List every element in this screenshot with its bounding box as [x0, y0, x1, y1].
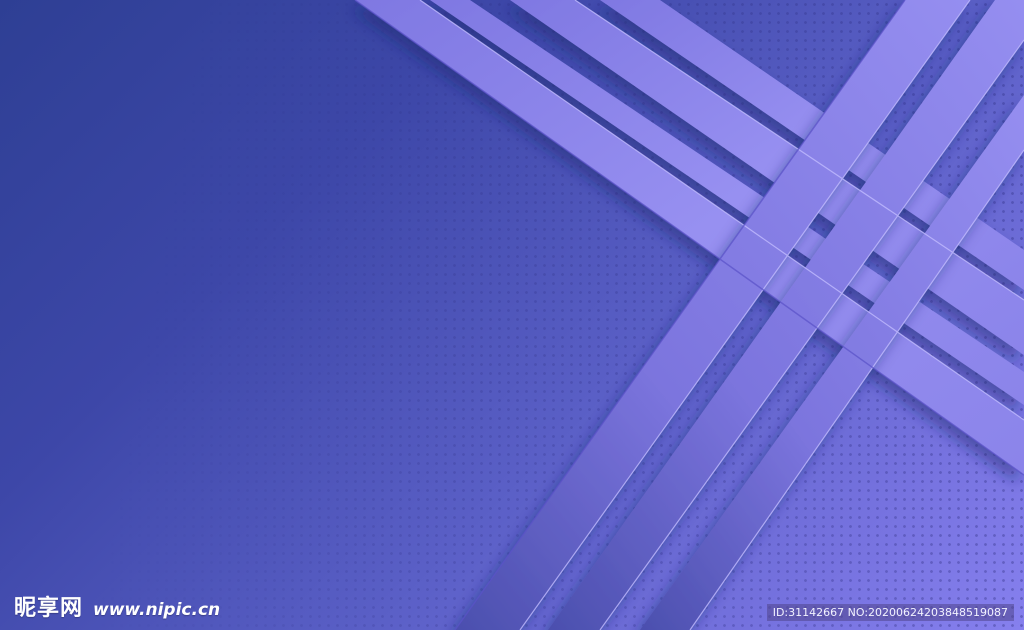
crossed-ribbons-graphic: [354, 0, 1024, 630]
abstract-background: 昵享网 www.nipic.cn ID:31142667 NO:20200624…: [0, 0, 1024, 630]
ribbon-highlight: [574, 0, 1024, 301]
ribbon-band: [510, 0, 1024, 355]
watermark-url: www.nipic.cn: [93, 600, 221, 620]
watermark-logo: 昵享网: [14, 596, 84, 621]
watermark-id: ID:31142667 NO:20200624203848519087: [766, 604, 1014, 621]
watermark: 昵享网 www.nipic.cn: [14, 590, 220, 622]
